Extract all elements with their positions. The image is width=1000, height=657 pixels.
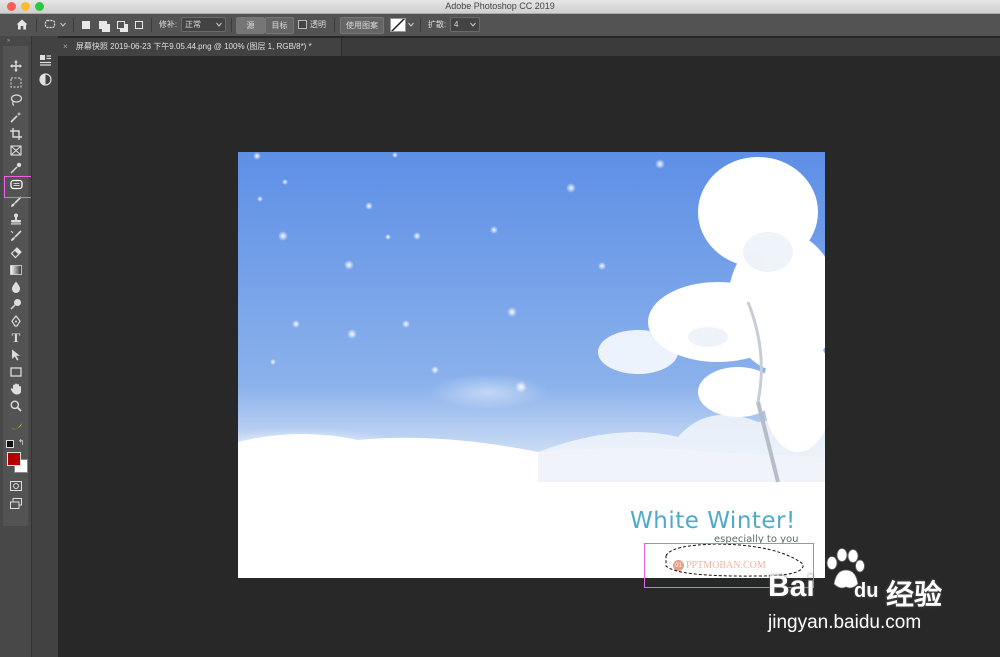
dodge-tool-icon bbox=[10, 298, 21, 310]
patch-mode-select[interactable]: 正常 bbox=[181, 17, 226, 32]
magic-wand-tool-icon bbox=[10, 111, 22, 123]
path-selection-tool-icon bbox=[11, 349, 20, 360]
crop-tool-icon bbox=[10, 127, 22, 140]
clone-stamp-tool-icon bbox=[11, 213, 21, 224]
move-tool-icon bbox=[10, 59, 22, 72]
document-tab-title: 屏幕快照 2019-06-23 下午9.05.44.png @ 100% (图层… bbox=[75, 42, 312, 51]
magic-wand-tool[interactable] bbox=[8, 109, 24, 124]
move-tool[interactable] bbox=[8, 58, 24, 73]
window-title: Adobe Photoshop CC 2019 bbox=[445, 1, 555, 11]
history-brush-tool[interactable] bbox=[8, 228, 24, 243]
document-tabs: × 屏幕快照 2019-06-23 下午9.05.44.png @ 100% (… bbox=[58, 38, 1000, 56]
blur-tool[interactable] bbox=[8, 279, 24, 294]
close-tab-button[interactable]: × bbox=[63, 42, 68, 51]
collapsed-panels bbox=[31, 36, 60, 657]
intersect-selection-button[interactable] bbox=[132, 17, 146, 32]
options-bar: 修补: 正常 源 目标 透明 使用图案 扩散: 4 bbox=[0, 14, 1000, 37]
baidu-brand-cn: 经验 bbox=[886, 579, 943, 610]
gradient-tool[interactable] bbox=[8, 262, 24, 277]
target-button[interactable]: 目标 bbox=[265, 17, 294, 34]
intersect-selection-icon bbox=[135, 20, 143, 29]
gradient-tool-icon bbox=[10, 264, 22, 275]
edit-toolbar-button[interactable] bbox=[8, 418, 24, 433]
hand-tool-icon bbox=[10, 383, 21, 394]
baidu-brand-left: Bai bbox=[768, 570, 815, 603]
clone-stamp-tool[interactable] bbox=[8, 211, 24, 226]
pattern-swatch-icon bbox=[390, 17, 406, 32]
dodge-tool[interactable] bbox=[8, 296, 24, 311]
pattern-picker[interactable] bbox=[388, 17, 416, 32]
patch-label: 修补: bbox=[158, 20, 178, 29]
rectangle-tool[interactable] bbox=[8, 364, 24, 379]
blur-tool-icon bbox=[11, 281, 21, 293]
quick-mask-button[interactable] bbox=[8, 478, 24, 493]
add-selection-icon bbox=[99, 20, 107, 29]
eraser-tool-icon bbox=[10, 246, 22, 258]
pen-tool[interactable] bbox=[8, 313, 24, 328]
add-to-selection-button[interactable] bbox=[96, 17, 110, 32]
foreground-color-swatch[interactable] bbox=[7, 452, 21, 466]
patch-mode-value: 正常 bbox=[185, 20, 201, 29]
diffusion-label: 扩散: bbox=[427, 20, 447, 29]
home-button[interactable] bbox=[12, 17, 32, 32]
chevron-down-icon bbox=[408, 22, 414, 27]
source-button[interactable]: 源 bbox=[236, 17, 265, 34]
lasso-tool[interactable] bbox=[8, 92, 24, 107]
eraser-tool[interactable] bbox=[8, 245, 24, 260]
zoom-tool[interactable] bbox=[8, 398, 24, 413]
new-selection-button[interactable] bbox=[80, 17, 92, 32]
adjustments-panel-button[interactable] bbox=[39, 73, 52, 86]
screen-mode-button[interactable] bbox=[8, 496, 24, 511]
document-tab[interactable]: × 屏幕快照 2019-06-23 下午9.05.44.png @ 100% (… bbox=[58, 38, 342, 56]
properties-panel-button[interactable] bbox=[39, 54, 52, 67]
marquee-tool-icon bbox=[10, 77, 22, 88]
home-icon bbox=[16, 19, 28, 30]
toolbar: T ↰ bbox=[3, 46, 28, 526]
frame-tool-icon bbox=[10, 145, 22, 156]
pen-tool-icon bbox=[11, 314, 21, 327]
checkbox-box bbox=[298, 20, 307, 29]
transparent-checkbox[interactable]: 透明 bbox=[298, 17, 330, 32]
adjustments-icon bbox=[39, 73, 52, 86]
diffusion-select[interactable]: 4 bbox=[450, 17, 480, 32]
title-bar: Adobe Photoshop CC 2019 bbox=[0, 0, 1000, 14]
properties-icon bbox=[40, 55, 51, 66]
canvas-image[interactable]: White Winter! especially to you 01 PPTMO… bbox=[238, 152, 825, 578]
zoom-tool-icon bbox=[10, 400, 22, 412]
panel-collapse-handle[interactable]: » bbox=[7, 38, 10, 44]
baidu-watermark: Bai du 经验 jingyan.baidu.com bbox=[768, 548, 993, 638]
eyedropper-tool-icon bbox=[10, 162, 22, 173]
chevron-down-icon bbox=[60, 22, 66, 27]
lasso-tool-icon bbox=[10, 93, 22, 106]
frame-tool[interactable] bbox=[8, 143, 24, 158]
swap-colors-icon[interactable]: ↰ bbox=[18, 438, 25, 447]
diffusion-value: 4 bbox=[454, 20, 459, 29]
baidu-url: jingyan.baidu.com bbox=[768, 612, 922, 633]
tool-preset-picker[interactable] bbox=[42, 17, 68, 32]
selection-marquee bbox=[665, 543, 804, 577]
history-brush-tool-icon bbox=[10, 229, 22, 241]
rectangle-tool-icon bbox=[10, 366, 22, 377]
subtract-selection-icon bbox=[117, 20, 125, 29]
screen-mode-icon bbox=[10, 498, 22, 509]
quick-mask-icon bbox=[10, 480, 22, 491]
baidu-brand-right: du bbox=[854, 580, 879, 602]
subtract-selection-button[interactable] bbox=[114, 17, 128, 32]
chevron-down-icon bbox=[216, 22, 222, 27]
transparent-label: 透明 bbox=[310, 20, 326, 29]
marquee-tool[interactable] bbox=[8, 75, 24, 90]
crop-tool[interactable] bbox=[8, 126, 24, 141]
patch-tool-icon bbox=[44, 19, 56, 29]
edit-toolbar-icon bbox=[10, 422, 22, 429]
eyedropper-tool[interactable] bbox=[8, 160, 24, 175]
type-tool-icon[interactable]: T bbox=[8, 330, 24, 345]
use-pattern-button[interactable]: 使用图案 bbox=[340, 17, 384, 34]
chevron-down-icon bbox=[470, 22, 476, 27]
default-colors-icon[interactable] bbox=[6, 440, 14, 448]
hand-tool[interactable] bbox=[8, 381, 24, 396]
new-selection-icon bbox=[82, 20, 90, 29]
path-selection-tool[interactable] bbox=[8, 347, 24, 362]
